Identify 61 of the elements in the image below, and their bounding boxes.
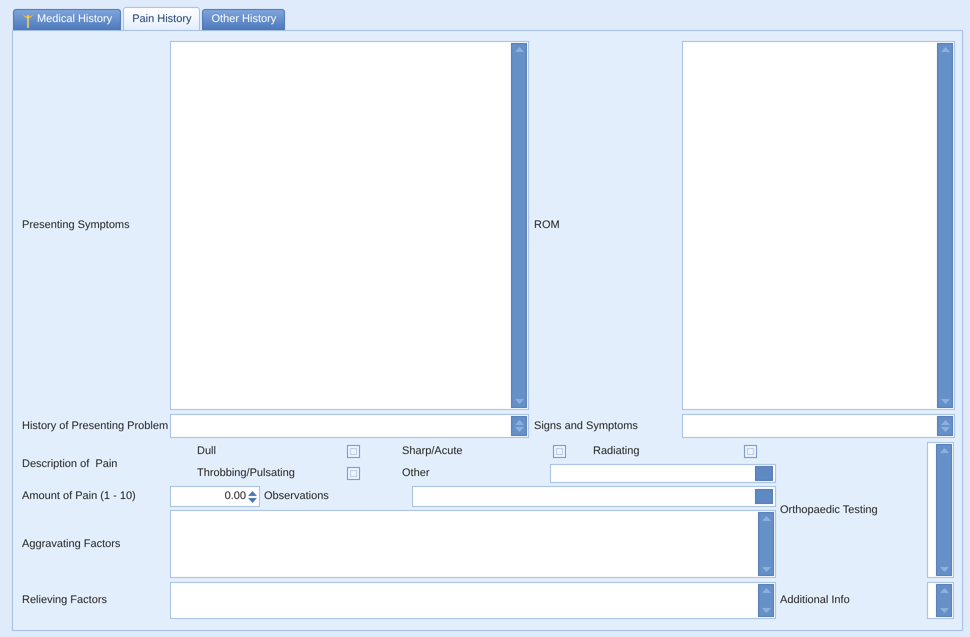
text-area[interactable]: [170, 414, 529, 438]
dropdown-button[interactable]: [755, 489, 773, 504]
field-label: Throbbing/Pulsating: [197, 466, 296, 482]
scroll-down-icon[interactable]: [940, 399, 950, 404]
checkbox[interactable]: [347, 444, 360, 458]
checkbox[interactable]: [744, 444, 757, 458]
field-label: Presenting Symptoms: [22, 218, 131, 234]
scroll-up-icon[interactable]: [940, 448, 948, 453]
field-label: Orthopaedic Testing: [780, 502, 879, 518]
field-label: Observations: [263, 489, 330, 504]
scroll-down-icon[interactable]: [940, 427, 950, 432]
scrollbar[interactable]: [758, 512, 774, 576]
scroll-up-icon[interactable]: [762, 516, 770, 521]
dropdown-button[interactable]: [755, 466, 773, 481]
input-field[interactable]: [412, 486, 776, 507]
scroll-up-icon[interactable]: [940, 588, 948, 593]
field-label: Relieving Factors: [22, 593, 108, 608]
field-label: Dull: [197, 444, 217, 459]
text-area[interactable]: [170, 41, 529, 410]
scroll-down-icon[interactable]: [514, 427, 524, 432]
scrollbar[interactable]: [511, 43, 527, 408]
number-field[interactable]: 0.00: [170, 486, 260, 507]
field-label: Sharp/Acute: [402, 444, 464, 459]
scrollbar[interactable]: [511, 416, 527, 436]
field-value: 0.00: [224, 489, 246, 504]
tab[interactable]: Pain History: [123, 7, 200, 30]
text-area[interactable]: [927, 582, 954, 619]
field-label: Description of Pain: [22, 456, 118, 472]
checkbox[interactable]: [347, 467, 360, 480]
scroll-up-icon[interactable]: [514, 420, 524, 425]
field-label: Aggravating Factors: [22, 536, 122, 552]
scroll-down-icon[interactable]: [762, 567, 770, 572]
scrollbar[interactable]: [936, 584, 952, 617]
spin-up-icon[interactable]: [248, 490, 257, 496]
text-area[interactable]: [682, 41, 955, 410]
scroll-down-icon[interactable]: [514, 399, 524, 404]
field-label: History of Presenting Problem: [22, 418, 170, 434]
field-label: Signs and Symptoms: [533, 418, 639, 434]
field-label: Amount of Pain (1 - 10): [22, 489, 137, 504]
spin-down-icon[interactable]: [248, 498, 257, 502]
scroll-up-icon[interactable]: [762, 588, 770, 593]
text-area[interactable]: [927, 442, 954, 578]
scrollbar[interactable]: [936, 444, 952, 576]
input-field[interactable]: [550, 464, 776, 483]
scroll-down-icon[interactable]: [940, 567, 948, 572]
text-area[interactable]: [170, 510, 776, 578]
scroll-down-icon[interactable]: [940, 608, 948, 613]
field-label: Other: [402, 466, 431, 482]
scroll-down-icon[interactable]: [762, 608, 770, 613]
scroll-up-icon[interactable]: [940, 420, 950, 425]
text-area[interactable]: [170, 582, 776, 619]
scroll-up-icon[interactable]: [514, 47, 524, 52]
checkbox[interactable]: [553, 444, 566, 458]
text-area[interactable]: [682, 414, 955, 438]
field-label: Additional Info: [780, 593, 851, 608]
scrollbar[interactable]: [758, 584, 774, 617]
field-label: ROM: [533, 218, 561, 234]
scrollbar[interactable]: [937, 43, 953, 408]
field-label: Radiating: [593, 444, 640, 459]
scrollbar[interactable]: [937, 416, 953, 436]
scroll-up-icon[interactable]: [940, 47, 950, 52]
